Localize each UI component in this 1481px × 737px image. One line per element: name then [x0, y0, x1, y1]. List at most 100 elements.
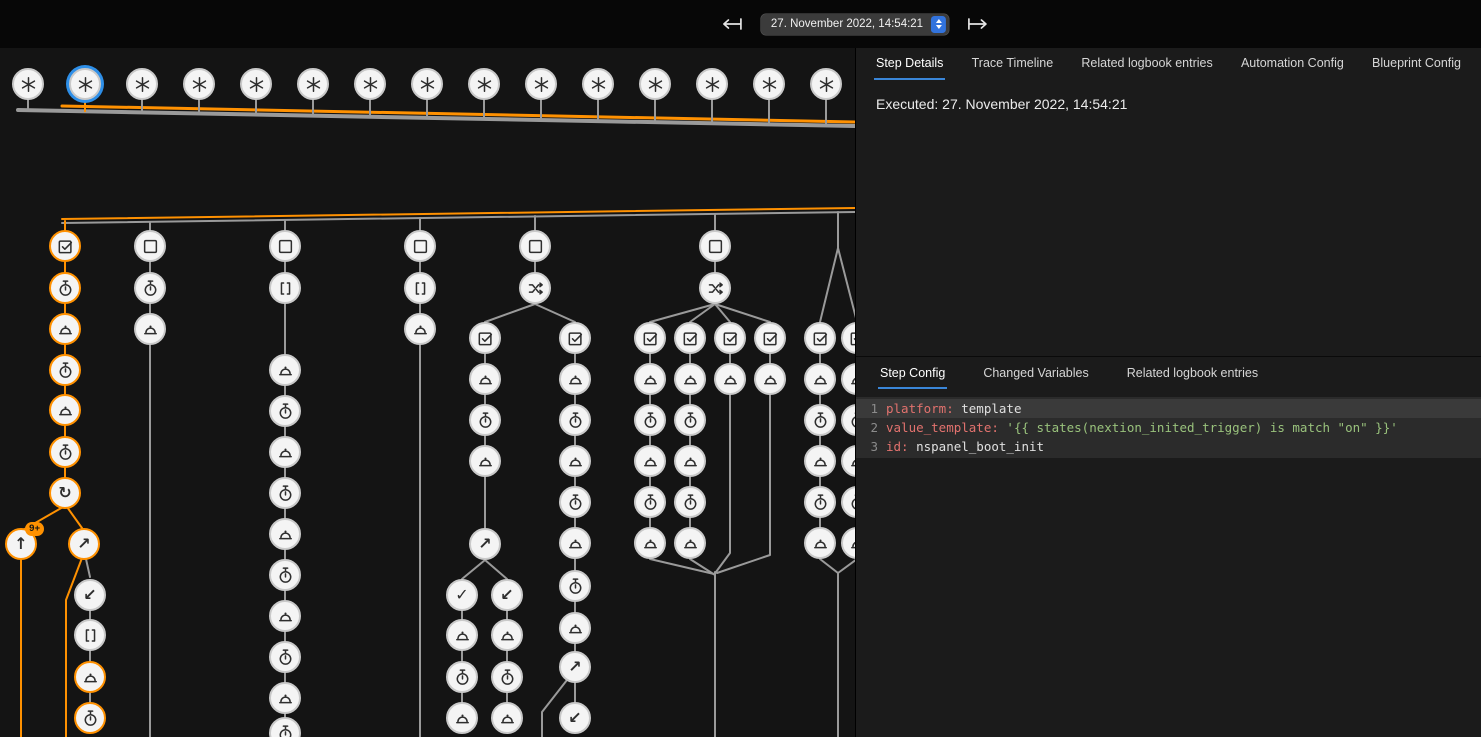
trigger-node[interactable] — [354, 68, 386, 100]
tab-trace-timeline[interactable]: Trace Timeline — [970, 48, 1056, 80]
trace-node-repeat[interactable]: ↻ — [49, 477, 81, 509]
trace-node-check-square[interactable] — [559, 322, 591, 354]
tab-related-logbook-entries[interactable]: Related logbook entries — [1125, 359, 1260, 389]
trigger-node[interactable] — [753, 68, 785, 100]
trace-node-dome[interactable] — [559, 612, 591, 644]
trace-node-stopwatch[interactable] — [49, 272, 81, 304]
trace-node-stopwatch[interactable] — [269, 641, 301, 673]
tab-step-details[interactable]: Step Details — [874, 48, 945, 80]
trace-node-dome[interactable] — [49, 394, 81, 426]
trace-node-stopwatch[interactable] — [634, 486, 666, 518]
trace-node-stopwatch[interactable] — [634, 404, 666, 436]
trace-node-check-square[interactable] — [804, 322, 836, 354]
trigger-node[interactable] — [297, 68, 329, 100]
trace-node-stopwatch[interactable] — [49, 354, 81, 386]
tab-automation-config[interactable]: Automation Config — [1239, 48, 1346, 80]
trace-picker-select[interactable]: 27. November 2022, 14:54:21 — [761, 14, 949, 35]
trace-node-stopwatch[interactable] — [134, 272, 166, 304]
trace-node-arrow-sw[interactable]: ↙ — [491, 579, 523, 611]
trace-node-brackets[interactable] — [74, 619, 106, 651]
trace-node-dome[interactable] — [674, 527, 706, 559]
trace-node-stopwatch[interactable] — [559, 404, 591, 436]
trace-node-check-square[interactable] — [754, 322, 786, 354]
trace-node-stopwatch[interactable] — [269, 559, 301, 591]
trace-node-square[interactable] — [134, 230, 166, 262]
trace-node-dome[interactable] — [49, 313, 81, 345]
trigger-node[interactable] — [582, 68, 614, 100]
trace-node-arrow-ne[interactable]: ↗ — [68, 528, 100, 560]
tab-related-logbook-entries[interactable]: Related logbook entries — [1079, 48, 1214, 80]
tab-blueprint-config[interactable]: Blueprint Config — [1370, 48, 1463, 80]
trace-node-square[interactable] — [404, 230, 436, 262]
trace-node-check-square[interactable] — [841, 322, 855, 354]
trace-node-dome[interactable] — [841, 363, 855, 395]
trace-node-dome[interactable] — [491, 702, 523, 734]
trace-node-stopwatch[interactable] — [469, 404, 501, 436]
trace-node-stopwatch[interactable] — [74, 702, 106, 734]
trace-node-brackets[interactable] — [269, 272, 301, 304]
trace-node-dome[interactable] — [634, 363, 666, 395]
trace-node-dome[interactable] — [269, 354, 301, 386]
trigger-node[interactable] — [183, 68, 215, 100]
trigger-node[interactable] — [525, 68, 557, 100]
trigger-node[interactable] — [639, 68, 671, 100]
trace-node-dome[interactable] — [841, 527, 855, 559]
trigger-node[interactable] — [696, 68, 728, 100]
trace-node-dome[interactable] — [804, 363, 836, 395]
trigger-node[interactable] — [69, 68, 101, 100]
trace-node-dome[interactable] — [491, 619, 523, 651]
trace-node-arrow-ne[interactable]: ↗ — [469, 528, 501, 560]
trace-node-dome[interactable] — [269, 436, 301, 468]
trace-node-dome[interactable] — [714, 363, 746, 395]
trace-node-dome[interactable] — [469, 445, 501, 477]
trace-node-arrow-sw[interactable]: ↙ — [74, 579, 106, 611]
trigger-node[interactable] — [810, 68, 842, 100]
trace-node-stopwatch[interactable] — [841, 486, 855, 518]
trace-node-split[interactable] — [519, 272, 551, 304]
trace-node-check-square[interactable] — [634, 322, 666, 354]
trigger-node[interactable] — [12, 68, 44, 100]
trace-node-dome[interactable] — [404, 313, 436, 345]
trace-node-check-square[interactable] — [49, 230, 81, 262]
trace-node-dome[interactable] — [269, 518, 301, 550]
trace-node-dome[interactable] — [674, 363, 706, 395]
trace-node-dome[interactable] — [559, 445, 591, 477]
trace-node-arrow-sw[interactable]: ↙ — [559, 702, 591, 734]
trace-node-check-square[interactable] — [674, 322, 706, 354]
trace-node-stopwatch[interactable] — [804, 404, 836, 436]
trace-node-stopwatch[interactable] — [841, 404, 855, 436]
trace-node-square[interactable] — [699, 230, 731, 262]
trace-node-dome[interactable] — [804, 527, 836, 559]
trace-node-split[interactable] — [699, 272, 731, 304]
trace-node-dome[interactable] — [674, 445, 706, 477]
trigger-node[interactable] — [240, 68, 272, 100]
trace-node-dome[interactable] — [559, 363, 591, 395]
trace-node-stopwatch[interactable] — [269, 395, 301, 427]
trace-node-dome[interactable] — [269, 682, 301, 714]
trace-node-dome[interactable] — [446, 619, 478, 651]
trace-node-arrow-ne[interactable]: ↗ — [559, 651, 591, 683]
trace-node-check[interactable]: ✓ — [446, 579, 478, 611]
trace-node-dome[interactable] — [269, 600, 301, 632]
trace-node-dome[interactable] — [74, 661, 106, 693]
trace-node-dome[interactable] — [634, 445, 666, 477]
trace-node-stopwatch[interactable] — [269, 717, 301, 737]
trace-node-check-square[interactable] — [469, 322, 501, 354]
trace-node-dome[interactable] — [559, 527, 591, 559]
trace-node-dome[interactable] — [754, 363, 786, 395]
trace-node-stopwatch[interactable] — [559, 486, 591, 518]
trace-node-stopwatch[interactable] — [674, 404, 706, 436]
trace-node-stopwatch[interactable] — [491, 661, 523, 693]
tab-changed-variables[interactable]: Changed Variables — [981, 359, 1090, 389]
next-trace-button[interactable] — [963, 14, 993, 34]
trace-node-brackets[interactable] — [404, 272, 436, 304]
trace-node-check-square[interactable] — [714, 322, 746, 354]
trace-node-dome[interactable] — [446, 702, 478, 734]
trace-node-stopwatch[interactable] — [559, 570, 591, 602]
trace-node-dome[interactable] — [134, 313, 166, 345]
previous-trace-button[interactable] — [717, 14, 747, 34]
trace-node-stopwatch[interactable] — [269, 477, 301, 509]
trace-node-square[interactable] — [269, 230, 301, 262]
trace-node-dome[interactable] — [841, 445, 855, 477]
trigger-node[interactable] — [126, 68, 158, 100]
